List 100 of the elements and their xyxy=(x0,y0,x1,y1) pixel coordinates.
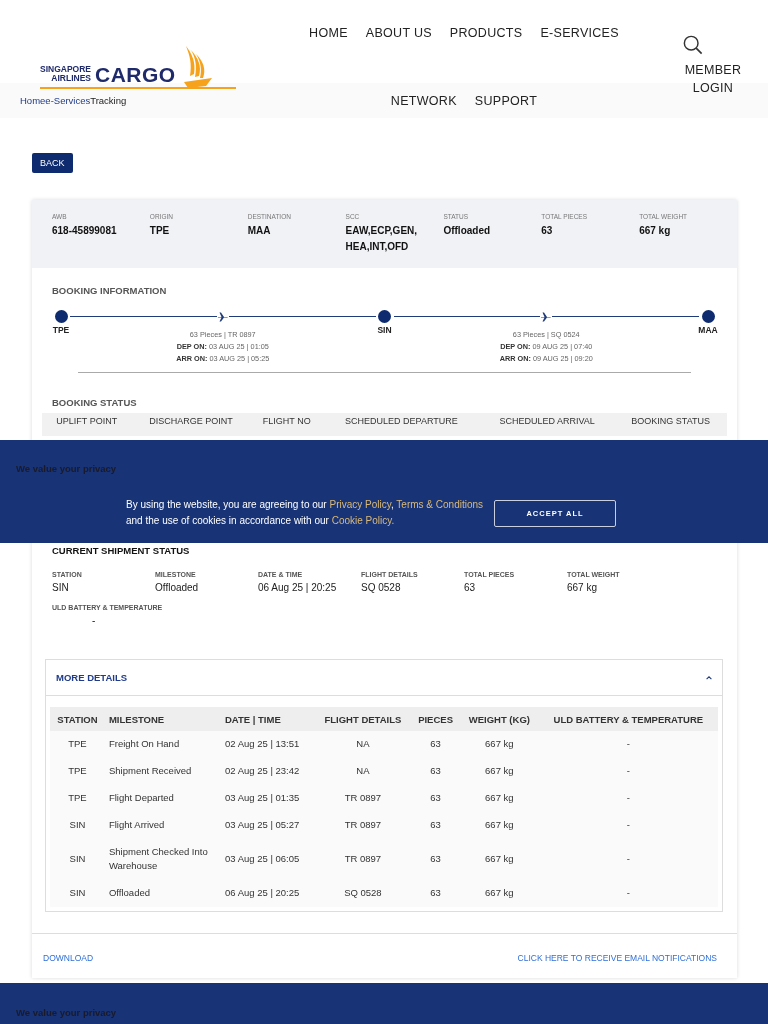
table-cell: - xyxy=(538,731,718,758)
banner-title: We value your privacy xyxy=(16,1007,117,1018)
table-cell: 63 xyxy=(411,785,460,812)
table-cell: Shipment Checked Into Warehouse xyxy=(104,839,221,880)
table-cell: 63 xyxy=(411,731,460,758)
table-cell: TPE xyxy=(50,758,105,785)
table-cell: - xyxy=(538,785,718,812)
nav-link[interactable]: PRODUCTS xyxy=(449,26,523,40)
column-header: STATION xyxy=(50,707,105,731)
cookie-policy-link[interactable]: Cookie Policy. xyxy=(331,515,395,526)
column-header: DATE | TIME xyxy=(220,707,315,731)
field-value: 06 Aug 25 | 20:25 xyxy=(258,582,338,593)
table-cell: 03 Aug 25 | 06:05 xyxy=(220,839,315,880)
section-title: BOOKING STATUS xyxy=(52,396,138,408)
table-cell: Offloaded xyxy=(104,880,221,907)
table-cell: 667 kg xyxy=(459,731,539,758)
table-cell: NA xyxy=(314,758,412,785)
column-header: PIECES xyxy=(411,707,460,731)
download-link[interactable]: DOWNLOAD xyxy=(43,953,94,963)
breadcrumb-link[interactable]: e-Services xyxy=(45,95,91,106)
more-details-toggle[interactable]: MORE DETAILS xyxy=(46,660,722,696)
table-cell: 63 xyxy=(411,758,460,785)
column-header: SCHEDULED ARRIVAL xyxy=(479,413,615,436)
table-cell: Flight Departed xyxy=(104,785,221,812)
table-cell: - xyxy=(538,812,718,839)
table-cell: NA xyxy=(314,731,412,758)
table-cell: SIN xyxy=(50,880,105,907)
plane-icon xyxy=(216,310,229,323)
breadcrumb-link[interactable]: Tracking xyxy=(90,95,127,106)
field-value: Offloaded xyxy=(155,582,200,593)
section-title: CURRENT SHIPMENT STATUS xyxy=(52,545,191,556)
field-value: 63 xyxy=(464,582,477,593)
table-cell: TPE xyxy=(50,731,105,758)
field-value: 667 kg xyxy=(639,224,672,238)
section-title: MORE DETAILS xyxy=(56,672,128,683)
table-cell: Shipment Received xyxy=(104,758,221,785)
privacy-policy-link[interactable]: Privacy Policy xyxy=(329,499,391,510)
field-value: MAA xyxy=(247,224,272,238)
table-cell: 63 xyxy=(411,880,460,907)
breadcrumb-link[interactable]: Home xyxy=(20,95,46,106)
column-header: BOOKING STATUS xyxy=(614,413,727,436)
station-dot xyxy=(701,310,715,323)
station-code: SIN xyxy=(377,325,392,335)
nav-link[interactable]: ABOUT US xyxy=(365,26,432,40)
field-value: TPE xyxy=(149,224,171,238)
banner-title: We value your privacy xyxy=(16,463,117,474)
table-cell: 03 Aug 25 | 01:35 xyxy=(220,785,315,812)
table-cell: Flight Arrived xyxy=(104,812,221,839)
search-icon[interactable] xyxy=(683,35,703,55)
column-header: DISCHARGE POINT xyxy=(131,413,251,436)
table-cell: TR 0897 xyxy=(314,785,412,812)
column-header: ULD BATTERY & TEMPERATURE xyxy=(538,707,718,731)
field-value: EAW,ECP,GEN, HEA,INT,OFD xyxy=(345,224,418,254)
terms-link[interactable]: Terms & Conditions xyxy=(396,499,484,510)
table-cell: - xyxy=(538,839,718,880)
section-title: BOOKING INFORMATION xyxy=(52,284,168,296)
table-cell: 667 kg xyxy=(459,758,539,785)
field-value: SQ 0528 xyxy=(361,582,402,593)
column-header: MILESTONE xyxy=(104,707,221,731)
field-value: Offloaded xyxy=(443,224,492,238)
table-cell: SIN xyxy=(50,812,105,839)
column-header: FLIGHT DETAILS xyxy=(314,707,412,731)
table-cell: - xyxy=(538,758,718,785)
nav-link[interactable]: NETWORK xyxy=(390,94,457,108)
column-header: SCHEDULED DEPARTURE xyxy=(323,413,480,436)
table-cell: TPE xyxy=(50,785,105,812)
field-value: 63 xyxy=(541,224,554,238)
column-header: WEIGHT (KG) xyxy=(459,707,539,731)
table-cell: Freight On Hand xyxy=(104,731,221,758)
nav-link[interactable]: E-SERVICES xyxy=(540,26,619,40)
table-cell: 667 kg xyxy=(459,880,539,907)
column-header: UPLIFT POINT xyxy=(42,413,132,436)
field-value: - xyxy=(91,615,97,626)
station-code: MAA xyxy=(698,325,718,335)
table-cell: 63 xyxy=(411,812,460,839)
station-dot xyxy=(54,310,68,323)
field-value: 667 kg xyxy=(567,582,599,593)
column-header: FLIGHT NO xyxy=(250,413,323,436)
cookie-text: By using the website, you are agreeing to our Privacy Policy, Terms & Conditions and the use of cookies in accordance with our Cookie Policy. xyxy=(126,498,484,528)
table-cell: TR 0897 xyxy=(314,839,412,880)
table-cell: SQ 0528 xyxy=(314,880,412,907)
nav-link[interactable]: HOME xyxy=(309,26,348,40)
email-notifications-link[interactable]: CLICK HERE TO RECEIVE EMAIL NOTIFICATIONS xyxy=(517,953,717,963)
table-cell: 667 kg xyxy=(459,812,539,839)
plane-icon xyxy=(540,310,553,323)
table-cell: 06 Aug 25 | 20:25 xyxy=(220,880,315,907)
table-cell: TR 0897 xyxy=(314,812,412,839)
table-cell: SIN xyxy=(50,839,105,880)
logo-text: SINGAPORE xyxy=(40,65,91,74)
back-button[interactable]: BACK xyxy=(32,153,73,173)
member-login-link[interactable]: MEMBER LOGIN xyxy=(683,61,743,97)
field-value: SIN xyxy=(52,582,70,593)
logo-text: CARGO xyxy=(95,64,176,86)
chevron-icon xyxy=(706,675,712,680)
table-cell: 667 kg xyxy=(459,785,539,812)
table-cell: 02 Aug 25 | 13:51 xyxy=(220,731,315,758)
nav-link[interactable]: SUPPORT xyxy=(474,94,538,108)
field-value: 618-45899081 xyxy=(52,224,118,238)
table-cell: 667 kg xyxy=(459,839,539,880)
table-cell: 63 xyxy=(411,839,460,880)
